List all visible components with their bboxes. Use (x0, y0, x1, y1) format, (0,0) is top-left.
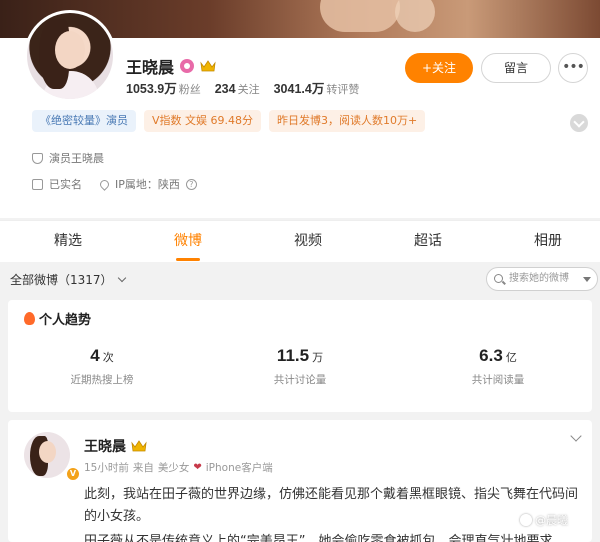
trend-value: 11.5 (276, 346, 310, 365)
trend-unit: 次 (102, 351, 114, 364)
trend-hot-search[interactable]: 4次 近期热搜上榜 (22, 346, 182, 387)
post-filter-bar: 全部微博（1317） 搜索她的微博 (0, 262, 600, 296)
trend-value: 4 (90, 346, 100, 365)
heart-icon: ❤ (193, 462, 202, 473)
tag-drama[interactable]: 《绝密较量》演员 (32, 110, 136, 132)
certification-icon (32, 152, 43, 164)
follow-button[interactable]: +关注 (405, 53, 473, 83)
trend-value: 6.3 (479, 346, 503, 365)
id-card-icon (32, 178, 43, 190)
trend-unit: 万 (312, 351, 324, 364)
reposts-count: 3041.4万 (273, 82, 325, 96)
post-client: iPhone客户端 (205, 462, 273, 474)
realname-ip-line: 已实名 IP属地：陕西 ? (32, 176, 197, 192)
tag-activity[interactable]: 昨日发博3，阅读人数10万+ (269, 110, 426, 132)
tab-album[interactable]: 相册 (508, 221, 588, 263)
post-time[interactable]: 15小时前 (84, 460, 129, 475)
fans-stat[interactable]: 1053.9万 粉丝 (126, 78, 201, 97)
fans-label: 粉丝 (178, 83, 201, 96)
crown-icon[interactable] (200, 59, 216, 73)
reposts-stat: 3041.4万 转评赞 (274, 78, 360, 97)
location-icon (98, 177, 111, 191)
fans-count: 1053.9万 (126, 82, 177, 96)
personal-trend-card: 个人趋势 4次 近期热搜上榜 11.5 万 共计讨论量 6.3 亿 共计阅读量 (8, 300, 592, 412)
post-source: 美少女 (157, 462, 190, 474)
tab-video[interactable]: 视频 (268, 221, 348, 263)
name-row: 王晓晨 (126, 54, 216, 78)
post-avatar[interactable] (24, 432, 70, 478)
profile-tags: 《绝密较量》演员 V指数 文娱 69.48分 昨日发博3，阅读人数10万+ (32, 110, 426, 132)
post-author-name[interactable]: 王晓晨 (84, 436, 126, 456)
watermark: @晨曦 (520, 512, 568, 528)
chevron-down-icon (117, 273, 126, 283)
verified-badge-icon: V (66, 467, 80, 481)
ip-location-text: IP属地：陕西 (115, 178, 180, 191)
trend-label: 近期热搜上榜 (70, 374, 134, 386)
trend-label: 共计阅读量 (471, 374, 525, 386)
trend-discussion[interactable]: 11.5 万 共计讨论量 (220, 346, 380, 387)
following-stat[interactable]: 234 关注 (215, 81, 260, 97)
trend-label: 共计讨论量 (273, 374, 327, 386)
following-label: 关注 (237, 83, 260, 96)
certification-line: 演员王晓晨 (32, 150, 104, 166)
weibo-post: V 王晓晨 15小时前 来自 美少女 ❤ iPhone客户端 此刻，我站在田子薇… (8, 420, 592, 542)
profile-tabs: 精选 微博 视频 超话 相册 (0, 220, 600, 262)
trend-title: 个人趋势 (24, 309, 91, 328)
flame-icon (24, 312, 35, 325)
realname-text: 已实名 (49, 178, 82, 191)
cover-photo-detail (320, 0, 400, 32)
profile-name: 王晓晨 (126, 60, 175, 77)
expand-profile-icon[interactable] (570, 114, 588, 132)
all-posts-dropdown[interactable]: 全部微博（1317） (10, 271, 126, 288)
trend-title-text: 个人趋势 (39, 313, 92, 328)
search-posts-input[interactable]: 搜索她的微博 (486, 267, 598, 291)
caret-down-icon[interactable] (583, 277, 591, 282)
certification-text: 演员王晓晨 (49, 152, 104, 165)
post-meta: 15小时前 来自 美少女 ❤ iPhone客户端 (84, 460, 273, 475)
tag-v-index[interactable]: V指数 文娱 69.48分 (144, 110, 262, 132)
cover-photo-detail (395, 0, 435, 32)
message-button[interactable]: 留言 (481, 53, 551, 83)
search-placeholder: 搜索她的微博 (509, 273, 569, 284)
watermark-text: @晨曦 (535, 514, 568, 527)
avatar[interactable] (24, 10, 116, 102)
search-icon (494, 274, 503, 283)
tab-super-topic[interactable]: 超话 (388, 221, 468, 263)
post-from: 来自 (132, 462, 154, 474)
reposts-label: 转评赞 (326, 83, 360, 96)
profile-header: V 王晓晨 1053.9万粉丝 234关注 3041.4万转评赞 +关注 留言 … (0, 10, 600, 218)
avatar-image (27, 13, 113, 99)
crown-icon[interactable] (131, 439, 147, 453)
following-count: 234 (214, 82, 236, 96)
post-author-row: 王晓晨 (84, 436, 147, 456)
tab-featured[interactable]: 精选 (28, 221, 108, 263)
profile-stats: 1053.9万 粉丝 234 关注 3041.4万 转评赞 (126, 78, 359, 97)
member-icon[interactable] (180, 59, 195, 73)
tab-weibo[interactable]: 微博 (148, 221, 228, 263)
more-options-button[interactable]: ••• (558, 53, 588, 83)
post-text-cutoff: 田子薇从不是传统意义上的“完美昂王”，她会偷吃零食被抓包，会理直气壮地要求 (84, 534, 553, 542)
watermark-logo-icon (520, 514, 532, 526)
trend-reads[interactable]: 6.3 亿 共计阅读量 (418, 346, 578, 387)
post-text: 此刻，我站在田子薇的世界边缘，仿佛还能看见那个戴着黑框眼镜、指尖飞舞在代码间的小… (84, 487, 579, 524)
trend-unit: 亿 (505, 351, 517, 364)
help-icon[interactable]: ? (185, 178, 197, 190)
post-menu-chevron-icon[interactable] (570, 430, 582, 442)
all-posts-label: 全部微博（1317） (10, 273, 113, 287)
